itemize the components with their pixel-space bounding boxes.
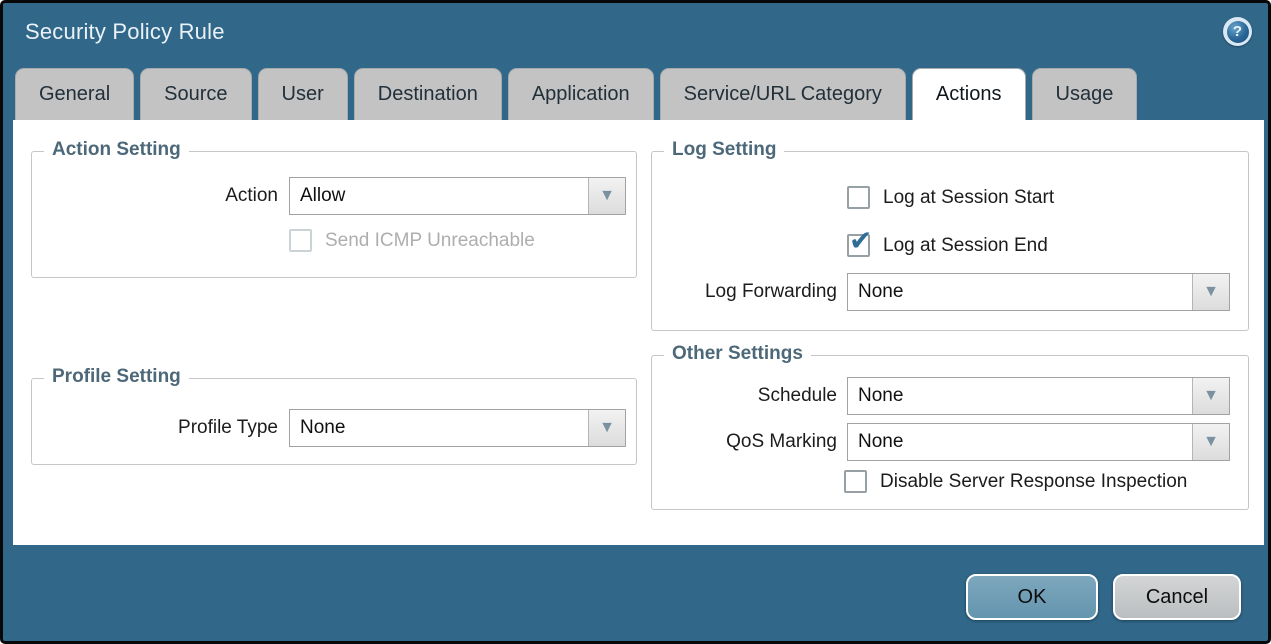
profile-type-dropdown-button[interactable]: ▼ <box>588 410 625 446</box>
send-icmp-row: Send ICMP Unreachable <box>289 229 535 252</box>
log-session-start-row: Log at Session Start <box>847 186 1054 209</box>
action-dropdown-button[interactable]: ▼ <box>588 178 625 214</box>
tab-actions[interactable]: Actions <box>912 68 1026 120</box>
dsri-row: Disable Server Response Inspection <box>844 470 1187 493</box>
log-at-session-start-label: Log at Session Start <box>883 187 1054 209</box>
schedule-dropdown-value: None <box>848 378 1192 414</box>
tab-source[interactable]: Source <box>140 68 251 120</box>
qos-marking-row: QoS Marking None ▼ <box>652 423 1248 461</box>
send-icmp-unreachable-label: Send ICMP Unreachable <box>325 230 535 252</box>
dialog-title: Security Policy Rule <box>25 19 225 45</box>
chevron-down-icon: ▼ <box>1203 284 1219 300</box>
security-policy-rule-dialog: Security Policy Rule ? General Source Us… <box>0 0 1271 644</box>
action-label: Action <box>32 185 278 207</box>
log-forwarding-label: Log Forwarding <box>652 281 837 303</box>
log-forwarding-row: Log Forwarding None ▼ <box>652 273 1248 311</box>
tab-bar: General Source User Destination Applicat… <box>15 68 1137 120</box>
tab-destination[interactable]: Destination <box>354 68 502 120</box>
tab-application[interactable]: Application <box>508 68 654 120</box>
ok-button[interactable]: OK <box>966 574 1098 620</box>
log-at-session-end-checkbox[interactable]: ✔ <box>847 234 870 257</box>
actions-tab-panel: Action Setting Action Allow ▼ Send ICMP … <box>13 120 1264 545</box>
log-setting-legend: Log Setting <box>664 139 784 161</box>
profile-type-label: Profile Type <box>32 417 278 439</box>
action-row: Action Allow ▼ <box>32 177 636 215</box>
chevron-down-icon: ▼ <box>1203 434 1219 450</box>
profile-setting-group: Profile Setting Profile Type None ▼ <box>31 378 637 465</box>
profile-type-row: Profile Type None ▼ <box>32 409 636 447</box>
tab-user[interactable]: User <box>258 68 348 120</box>
log-at-session-start-checkbox[interactable] <box>847 186 870 209</box>
log-forwarding-dropdown[interactable]: None ▼ <box>847 273 1230 311</box>
chevron-down-icon: ▼ <box>599 420 615 436</box>
tab-general[interactable]: General <box>15 68 134 120</box>
action-dropdown-value: Allow <box>290 178 588 214</box>
action-setting-group: Action Setting Action Allow ▼ Send ICMP … <box>31 151 637 278</box>
action-dropdown[interactable]: Allow ▼ <box>289 177 626 215</box>
help-icon: ? <box>1227 21 1249 43</box>
schedule-dropdown[interactable]: None ▼ <box>847 377 1230 415</box>
profile-type-dropdown-value: None <box>290 410 588 446</box>
qos-marking-dropdown[interactable]: None ▼ <box>847 423 1230 461</box>
other-settings-group: Other Settings Schedule None ▼ QoS Marki… <box>651 355 1249 510</box>
cancel-button[interactable]: Cancel <box>1113 574 1241 620</box>
log-at-session-end-label: Log at Session End <box>883 235 1048 257</box>
tab-usage[interactable]: Usage <box>1032 68 1138 120</box>
chevron-down-icon: ▼ <box>599 188 615 204</box>
checkmark-icon: ✔ <box>849 227 872 255</box>
tab-service-url-category[interactable]: Service/URL Category <box>660 68 906 120</box>
qos-marking-label: QoS Marking <box>652 431 837 453</box>
profile-setting-legend: Profile Setting <box>44 366 189 388</box>
disable-server-response-inspection-label: Disable Server Response Inspection <box>880 471 1187 493</box>
send-icmp-unreachable-checkbox <box>289 229 312 252</box>
schedule-dropdown-button[interactable]: ▼ <box>1192 378 1229 414</box>
help-button[interactable]: ? <box>1223 17 1252 46</box>
log-forwarding-dropdown-button[interactable]: ▼ <box>1192 274 1229 310</box>
qos-marking-dropdown-value: None <box>848 424 1192 460</box>
profile-type-dropdown[interactable]: None ▼ <box>289 409 626 447</box>
disable-server-response-inspection-checkbox[interactable] <box>844 470 867 493</box>
log-session-end-row: ✔ Log at Session End <box>847 234 1048 257</box>
log-setting-group: Log Setting Log at Session Start ✔ Log a… <box>651 151 1249 331</box>
chevron-down-icon: ▼ <box>1203 388 1219 404</box>
other-settings-legend: Other Settings <box>664 343 811 365</box>
schedule-row: Schedule None ▼ <box>652 377 1248 415</box>
qos-marking-dropdown-button[interactable]: ▼ <box>1192 424 1229 460</box>
action-setting-legend: Action Setting <box>44 139 189 161</box>
log-forwarding-dropdown-value: None <box>848 274 1192 310</box>
schedule-label: Schedule <box>652 385 837 407</box>
